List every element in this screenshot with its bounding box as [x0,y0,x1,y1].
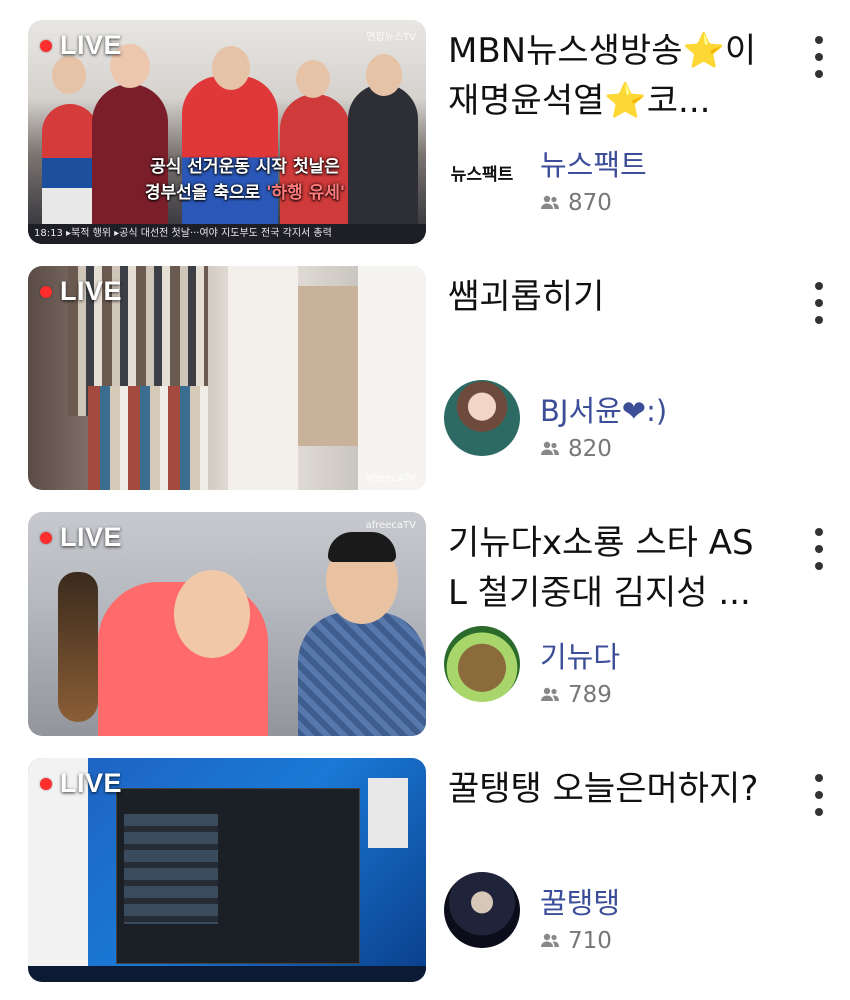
viewer-count: 820 [540,436,612,462]
stream-card[interactable]: LIVE 꿀탱탱 오늘은머하지? 꿀탱탱 710 [0,758,850,982]
channel-name[interactable]: 꿀탱탱 [540,880,620,922]
viewer-count: 870 [540,190,612,216]
news-caption: 공식 선거운동 시작 첫날은 경부선을 축으로 '하행 유세' [144,157,346,203]
live-badge: LIVE [40,30,122,61]
stream-title[interactable]: MBN뉴스생방송⭐이재명윤석열⭐코... [448,26,768,126]
more-vertical-icon[interactable] [806,524,832,574]
stream-card[interactable]: LIVE afreecaTV 쌤괴롭히기 BJ서윤❤:) 820 [0,266,850,490]
live-label: LIVE [60,522,123,552]
live-dot-icon [40,777,52,790]
live-dot-icon [40,285,52,298]
channel-name[interactable]: 뉴스팩트 [540,142,647,184]
people-icon [541,441,559,455]
stream-card[interactable]: LIVE afreecaTV 기뉴다x소룡 스타 ASL 철기중대 김지성 ..… [0,512,850,736]
live-dot-icon [40,531,52,544]
stream-thumbnail[interactable]: LIVE afreecaTV [28,512,426,736]
more-vertical-icon[interactable] [806,770,832,820]
channel-avatar[interactable] [444,872,520,948]
stream-card[interactable]: LIVE 연합뉴스TV 공식 선거운동 시작 첫날은 경부선을 축으로 '하행 … [0,20,850,244]
avatar-logo-text: 뉴스팩트 [450,164,514,185]
channel-avatar[interactable]: 뉴스팩트 [444,134,520,210]
news-ticker: 18:13 ▸북적 행위 ▸공식 대선전 첫날···여야 지도부도 전국 각지서… [28,224,426,244]
people-icon [541,933,559,947]
channel-name[interactable]: 기뉴다 [540,634,620,676]
channel-avatar[interactable] [444,626,520,702]
live-label: LIVE [60,768,123,798]
stream-thumbnail[interactable]: LIVE afreecaTV [28,266,426,490]
live-label: LIVE [60,276,123,306]
stream-title[interactable]: 기뉴다x소룡 스타 ASL 철기중대 김지성 ... [448,518,768,618]
live-dot-icon [40,39,52,52]
stream-thumbnail[interactable]: LIVE [28,758,426,982]
live-label: LIVE [60,30,123,60]
broadcaster-watermark: afreecaTV [365,473,416,484]
live-badge: LIVE [40,522,122,553]
people-icon [541,195,559,209]
channel-avatar[interactable] [444,380,520,456]
stream-title[interactable]: 꿀탱탱 오늘은머하지? [448,764,768,814]
stream-title[interactable]: 쌤괴롭히기 [448,272,768,322]
viewer-count: 789 [540,682,612,708]
broadcaster-watermark: 연합뉴스TV [366,32,416,43]
viewer-count: 710 [540,928,612,954]
people-icon [541,687,559,701]
stream-thumbnail[interactable]: LIVE 연합뉴스TV 공식 선거운동 시작 첫날은 경부선을 축으로 '하행 … [28,20,426,244]
live-badge: LIVE [40,276,122,307]
broadcaster-watermark: afreecaTV [365,520,416,531]
channel-name[interactable]: BJ서윤❤:) [540,388,667,430]
live-badge: LIVE [40,768,122,799]
more-vertical-icon[interactable] [806,278,832,328]
more-vertical-icon[interactable] [806,32,832,82]
